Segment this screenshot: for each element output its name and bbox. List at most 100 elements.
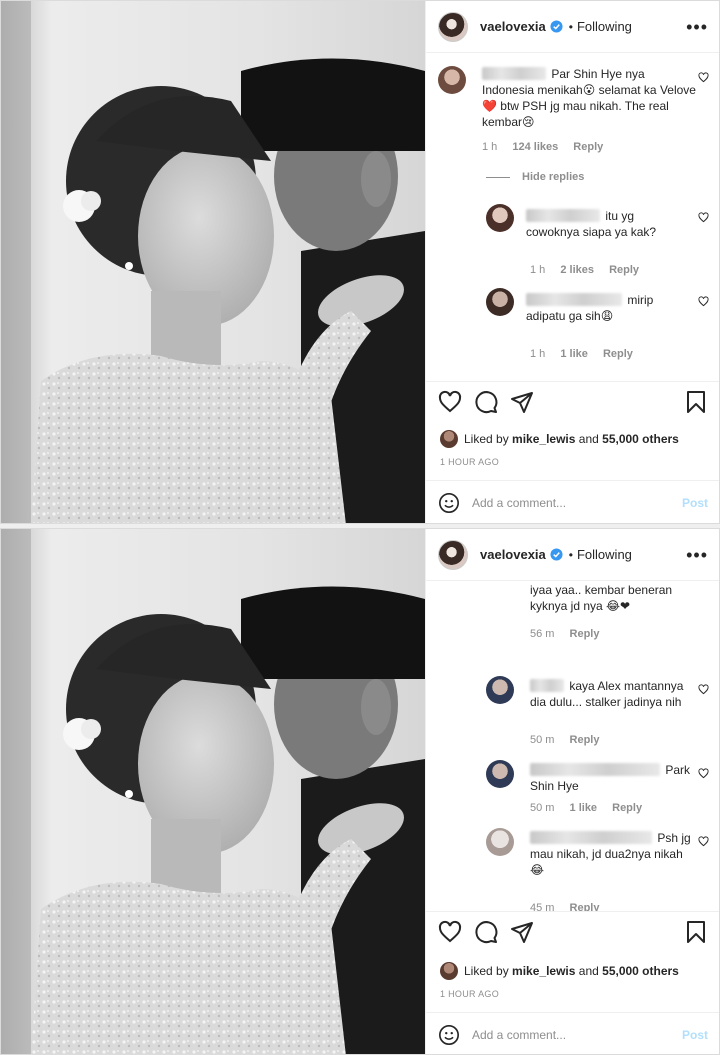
- add-comment-bar: Add a comment... Post: [426, 1012, 719, 1054]
- wedding-photo-image: [1, 529, 425, 1054]
- comment-input[interactable]: Add a comment...: [472, 1028, 566, 1042]
- commenter-avatar[interactable]: [486, 204, 514, 232]
- liker-avatar: [440, 430, 458, 448]
- reply-button[interactable]: Reply: [609, 264, 639, 276]
- divider-line: [486, 176, 510, 178]
- comment-list[interactable]: iyaa yaa.. kembar beneran kyknya jd nya …: [426, 582, 719, 912]
- liker-username[interactable]: mike_lewis: [512, 964, 575, 978]
- verified-badge-icon: [550, 20, 563, 33]
- comment-time: 56 m: [530, 628, 555, 640]
- bookmark-icon[interactable]: [686, 920, 706, 944]
- comment-time: 50 m: [530, 802, 555, 814]
- post-actions: Liked by mike_lewis and 55,000 others 1 …: [426, 911, 719, 1054]
- liked-and-label: and: [578, 964, 599, 978]
- post-photo[interactable]: [1, 1, 425, 523]
- reply-button[interactable]: Reply: [570, 628, 600, 640]
- wedding-photo-image: [1, 1, 425, 523]
- comment-likes[interactable]: 1 like: [570, 802, 598, 814]
- post-panel-top: vaelovexia • Following ••• Par Shin Hye …: [0, 0, 720, 524]
- commenter-avatar[interactable]: [486, 828, 514, 856]
- separator-dot: •: [568, 547, 573, 562]
- comment-time: 1 h: [530, 264, 546, 276]
- bookmark-icon[interactable]: [686, 390, 706, 414]
- heart-icon[interactable]: [438, 390, 462, 414]
- comment-text: iyaa yaa.. kembar beneran kyknya jd nya …: [530, 583, 673, 613]
- likes-summary[interactable]: Liked by mike_lewis and 55,000 others: [440, 962, 679, 980]
- liker-avatar: [440, 962, 458, 980]
- comment-meta: 50 m Reply: [530, 734, 612, 746]
- commenter-avatar[interactable]: [486, 676, 514, 704]
- blurred-username: [526, 293, 622, 306]
- hide-replies-button[interactable]: Hide replies: [486, 171, 584, 183]
- post-sidebar: vaelovexia • Following ••• Par Shin Hye …: [425, 1, 719, 523]
- post-header: vaelovexia • Following •••: [426, 1, 719, 53]
- comment-meta: 50 m 1 like Reply: [530, 802, 654, 814]
- reply-button[interactable]: Reply: [570, 734, 600, 746]
- likes-count[interactable]: 55,000 others: [602, 432, 679, 446]
- commenter-avatar[interactable]: [486, 760, 514, 788]
- like-comment-icon[interactable]: [698, 768, 709, 779]
- share-icon[interactable]: [510, 390, 534, 414]
- blurred-username: [530, 679, 564, 692]
- liked-by-label: Liked by: [464, 432, 509, 446]
- share-icon[interactable]: [510, 920, 534, 944]
- add-comment-bar: Add a comment... Post: [426, 480, 719, 523]
- comment-meta: 1 h 1 like Reply: [530, 348, 645, 360]
- author-avatar[interactable]: [438, 11, 468, 42]
- blurred-username: [530, 763, 660, 776]
- post-panel-bottom: vaelovexia • Following ••• iyaa yaa.. ke…: [0, 528, 720, 1055]
- comment-icon[interactable]: [474, 920, 498, 944]
- blurred-username: [526, 209, 600, 222]
- likes-summary[interactable]: Liked by mike_lewis and 55,000 others: [440, 430, 679, 448]
- like-comment-icon[interactable]: [698, 72, 709, 83]
- liked-and-label: and: [578, 432, 599, 446]
- emoji-icon[interactable]: [438, 1024, 460, 1046]
- reply-button[interactable]: Reply: [612, 802, 642, 814]
- comment-time: 1 h: [482, 141, 498, 153]
- blurred-username: [530, 831, 652, 844]
- comment-likes[interactable]: 1 like: [560, 348, 588, 360]
- like-comment-icon[interactable]: [698, 212, 709, 223]
- like-comment-icon[interactable]: [698, 684, 709, 695]
- liked-by-label: Liked by: [464, 964, 509, 978]
- blurred-username: [482, 67, 546, 80]
- author-username[interactable]: vaelovexia: [480, 547, 546, 562]
- post-timestamp: 1 HOUR AGO: [440, 989, 500, 999]
- following-button[interactable]: Following: [577, 19, 632, 34]
- comment-icon[interactable]: [474, 390, 498, 414]
- post-photo[interactable]: [1, 529, 425, 1054]
- post-timestamp: 1 HOUR AGO: [440, 457, 500, 467]
- verified-badge-icon: [550, 548, 563, 561]
- hide-replies-label: Hide replies: [522, 171, 585, 183]
- likes-count[interactable]: 55,000 others: [602, 964, 679, 978]
- author-username[interactable]: vaelovexia: [480, 19, 546, 34]
- reply-button[interactable]: Reply: [603, 348, 633, 360]
- comment-meta: 56 m Reply: [530, 628, 612, 640]
- like-comment-icon[interactable]: [698, 836, 709, 847]
- post-sidebar: vaelovexia • Following ••• iyaa yaa.. ke…: [425, 529, 719, 1054]
- reply-button[interactable]: Reply: [573, 141, 603, 153]
- comment-list[interactable]: Par Shin Hye nya Indonesia menikah😮 sela…: [426, 54, 719, 380]
- like-comment-icon[interactable]: [698, 296, 709, 307]
- more-options-icon[interactable]: •••: [686, 18, 708, 36]
- comment-time: 50 m: [530, 734, 555, 746]
- more-options-icon[interactable]: •••: [686, 546, 708, 564]
- post-actions: Liked by mike_lewis and 55,000 others 1 …: [426, 381, 719, 523]
- comment-likes[interactable]: 2 likes: [560, 264, 594, 276]
- following-button[interactable]: Following: [577, 547, 632, 562]
- post-comment-button[interactable]: Post: [682, 1028, 708, 1042]
- emoji-icon[interactable]: [438, 492, 460, 514]
- comment-input[interactable]: Add a comment...: [472, 496, 566, 510]
- commenter-avatar[interactable]: [438, 66, 466, 94]
- author-avatar[interactable]: [438, 539, 468, 570]
- comment-meta: 1 h 2 likes Reply: [530, 264, 651, 276]
- comment-meta: 1 h 124 likes Reply: [482, 141, 615, 153]
- comment-likes[interactable]: 124 likes: [512, 141, 558, 153]
- separator-dot: •: [568, 19, 573, 34]
- liker-username[interactable]: mike_lewis: [512, 432, 575, 446]
- commenter-avatar[interactable]: [486, 288, 514, 316]
- heart-icon[interactable]: [438, 920, 462, 944]
- post-comment-button[interactable]: Post: [682, 496, 708, 510]
- comment-time: 1 h: [530, 348, 546, 360]
- post-header: vaelovexia • Following •••: [426, 529, 719, 581]
